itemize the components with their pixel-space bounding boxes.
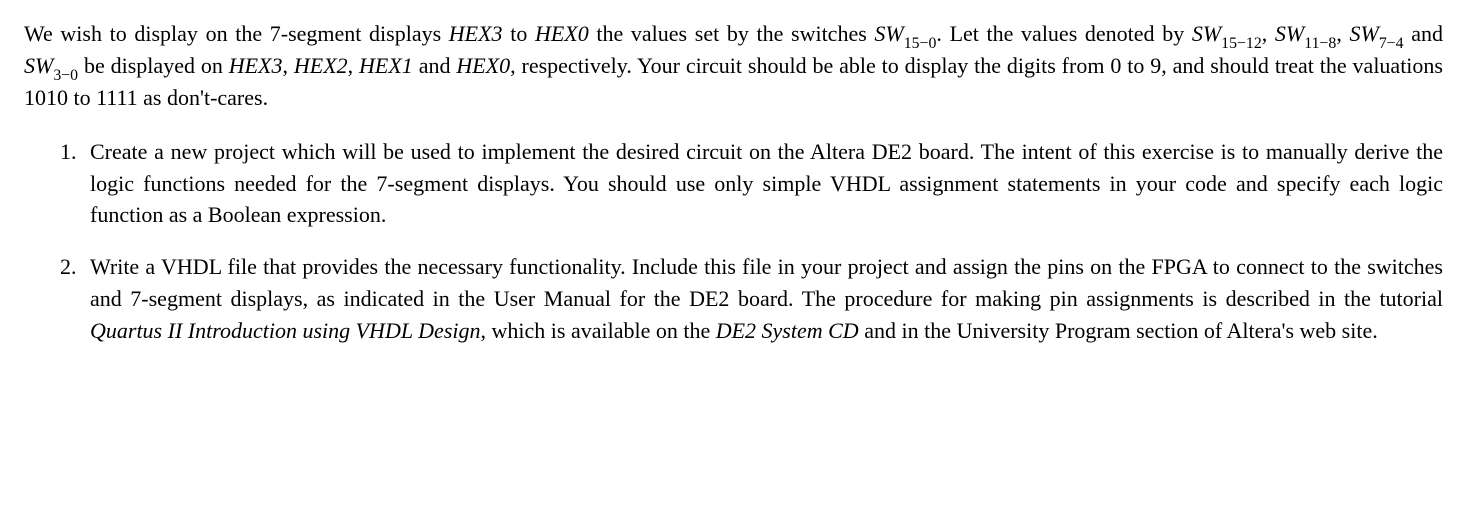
- intro-text: the values set by the switches: [589, 21, 875, 46]
- list-item-text: , which is available on the: [481, 318, 716, 343]
- intro-paragraph: We wish to display on the 7-segment disp…: [24, 18, 1443, 114]
- list-item-text: Create a new project which will be used …: [90, 139, 1443, 228]
- list-item-text: Write a VHDL file that provides the nece…: [90, 254, 1443, 311]
- sw-label: SW: [1192, 21, 1221, 46]
- intro-text: ,: [1336, 21, 1349, 46]
- hex1-label: HEX1: [359, 53, 413, 78]
- hex2-label: HEX2: [294, 53, 348, 78]
- intro-text: ,: [283, 53, 294, 78]
- hex3-label: HEX3: [229, 53, 283, 78]
- sw-subscript: 3−0: [53, 67, 78, 84]
- sw-label: SW: [1275, 21, 1304, 46]
- cd-title: DE2 System CD: [716, 318, 859, 343]
- intro-text: and: [1404, 21, 1443, 46]
- sw-label: SW: [1350, 21, 1379, 46]
- hex0-label: HEX0: [456, 53, 510, 78]
- intro-text: and: [413, 53, 457, 78]
- list-item: Write a VHDL file that provides the nece…: [82, 251, 1443, 347]
- list-item-text: and in the University Program section of…: [859, 318, 1378, 343]
- sw-subscript: 7−4: [1379, 35, 1404, 52]
- intro-text: ,: [348, 53, 359, 78]
- intro-text: . Let the values denoted by: [936, 21, 1191, 46]
- hex0-label: HEX0: [535, 21, 589, 46]
- hex3-label: HEX3: [449, 21, 503, 46]
- tutorial-title: Quartus II Introduction using VHDL Desig…: [90, 318, 481, 343]
- intro-text: We wish to display on the 7-segment disp…: [24, 21, 449, 46]
- sw-subscript: 15−0: [904, 35, 937, 52]
- intro-text: to: [503, 21, 535, 46]
- sw-subscript: 11−8: [1304, 35, 1336, 52]
- sw-label: SW: [24, 53, 53, 78]
- intro-text: ,: [1262, 21, 1275, 46]
- sw-label: SW: [874, 21, 903, 46]
- list-item: Create a new project which will be used …: [82, 136, 1443, 232]
- sw-subscript: 15−12: [1221, 35, 1262, 52]
- instruction-list: Create a new project which will be used …: [24, 136, 1443, 347]
- intro-text: be displayed on: [78, 53, 229, 78]
